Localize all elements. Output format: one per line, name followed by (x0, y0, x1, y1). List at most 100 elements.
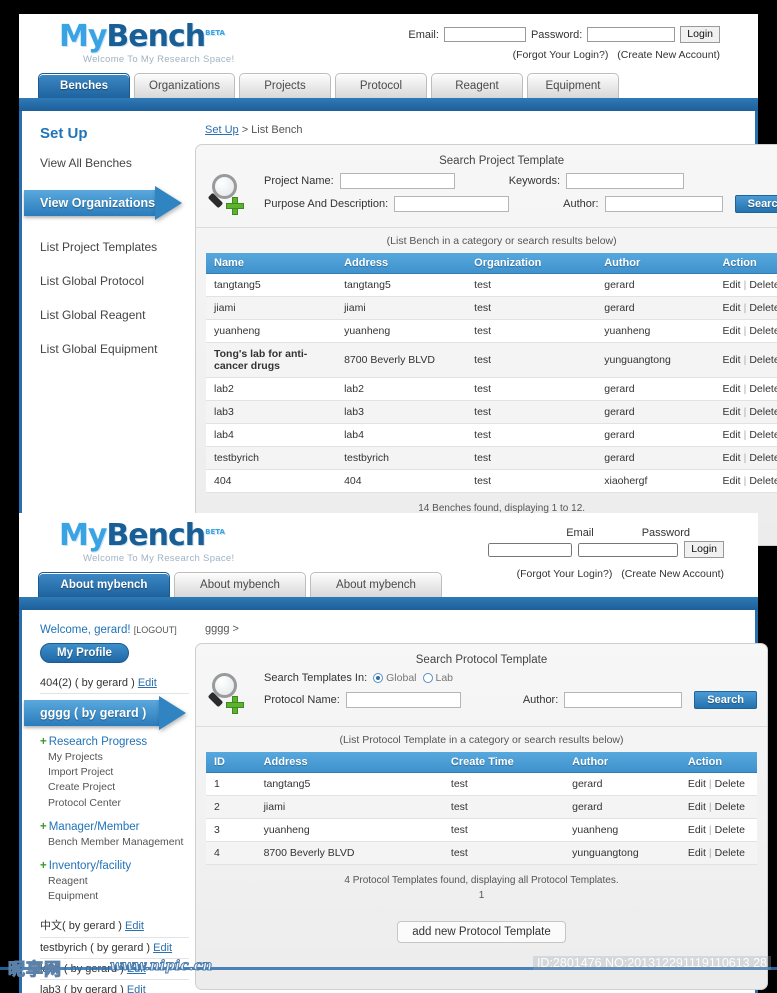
password-input[interactable] (578, 542, 679, 557)
col-action[interactable]: Action (679, 752, 757, 773)
logo-block[interactable]: MyBenchBETA Welcome To My Research Space… (59, 22, 234, 66)
nav-head-research-progress[interactable]: + Research Progress (40, 736, 189, 748)
nav-head-manager-member[interactable]: + Manager/Member (40, 821, 189, 833)
edit-link[interactable]: Edit (722, 279, 740, 291)
keywords-input[interactable] (566, 173, 685, 189)
bench-edit-link[interactable]: Edit (125, 920, 144, 932)
forgot-login-link[interactable]: (Forgot Your Login?) (513, 49, 609, 61)
list-item[interactable]: lab4 ( by gerard ) Edit (40, 959, 189, 980)
edit-link[interactable]: Edit (688, 778, 706, 790)
edit-link[interactable]: Edit (722, 325, 740, 337)
tab-protocol[interactable]: Protocol (334, 73, 427, 98)
bench-edit-link[interactable]: Edit (127, 984, 146, 993)
sidebar-item-list-global-protocol[interactable]: List Global Protocol (40, 274, 189, 288)
delete-link[interactable]: Delete (749, 302, 777, 314)
nav-item-my-projects[interactable]: My Projects (40, 750, 189, 765)
delete-link[interactable]: Delete (715, 824, 745, 836)
bench-edit-link[interactable]: Edit (127, 963, 146, 975)
current-bench-row[interactable]: 404(2) ( by gerard ) Edit (40, 673, 189, 694)
edit-link[interactable]: Edit (722, 406, 740, 418)
breadcrumb-setup-link[interactable]: Set Up (205, 124, 239, 136)
tab-projects[interactable]: Projects (238, 73, 331, 98)
col-organization[interactable]: Organization (466, 253, 597, 274)
scope-option-lab[interactable]: Lab (422, 672, 453, 684)
col-create-time[interactable]: Create Time (442, 752, 565, 773)
logout-link[interactable]: [LOGOUT] (134, 625, 177, 635)
sidebar-item-list-global-equipment[interactable]: List Global Equipment (40, 342, 189, 356)
bench-edit-link[interactable]: Edit (153, 942, 172, 954)
edit-link[interactable]: Edit (722, 475, 740, 487)
delete-link[interactable]: Delete (715, 847, 745, 859)
nav-item-equipment[interactable]: Equipment (40, 889, 189, 904)
tab-about-mybench-2[interactable]: About mybench (174, 572, 306, 597)
col-action[interactable]: Action (714, 253, 777, 274)
col-id[interactable]: ID (206, 752, 256, 773)
author-input[interactable] (604, 196, 723, 212)
add-new-protocol-template-button[interactable]: add new Protocol Template (397, 921, 566, 943)
tab-reagent[interactable]: Reagent (430, 73, 523, 98)
sidebar-item-list-global-reagent[interactable]: List Global Reagent (40, 308, 189, 322)
delete-link[interactable]: Delete (715, 801, 745, 813)
protocol-name-input[interactable] (345, 692, 461, 708)
list-item[interactable]: testbyrich ( by gerard ) Edit (40, 938, 189, 959)
delete-link[interactable]: Delete (749, 383, 777, 395)
tab-about-mybench-3[interactable]: About mybench (310, 572, 442, 597)
sidebar-item-list-project-templates[interactable]: List Project Templates (40, 240, 189, 254)
edit-link[interactable]: Edit (722, 429, 740, 441)
col-author[interactable]: Author (564, 752, 680, 773)
nav-item-bench-member-management[interactable]: Bench Member Management (40, 835, 189, 850)
tab-about-mybench-1[interactable]: About mybench (38, 572, 170, 597)
delete-link[interactable]: Delete (749, 475, 777, 487)
col-address[interactable]: Address (255, 752, 443, 773)
delete-link[interactable]: Delete (749, 429, 777, 441)
edit-link[interactable]: Edit (688, 801, 706, 813)
nav-item-import-project[interactable]: Import Project (40, 765, 189, 780)
delete-link[interactable]: Delete (749, 325, 777, 337)
delete-link[interactable]: Delete (749, 279, 777, 291)
search-card-title: Search Protocol Template (415, 654, 548, 666)
nav-head-inventory-facility[interactable]: + Inventory/facility (40, 860, 189, 872)
create-account-link[interactable]: (Create New Account) (617, 49, 720, 61)
delete-link[interactable]: Delete (749, 354, 777, 366)
edit-link[interactable]: Edit (688, 847, 706, 859)
sidebar-item-gggg[interactable]: gggg ( by gerard ) (24, 696, 186, 730)
edit-link[interactable]: Edit (722, 452, 740, 464)
sidebar-item-view-all-benches[interactable]: View All Benches (40, 156, 189, 170)
nav-item-reagent[interactable]: Reagent (40, 874, 189, 889)
col-name[interactable]: Name (206, 253, 337, 274)
tab-benches[interactable]: Benches (38, 73, 130, 98)
col-author[interactable]: Author (596, 253, 715, 274)
search-button[interactable]: Search (694, 691, 757, 709)
login-button[interactable]: Login (684, 541, 724, 558)
tab-organizations[interactable]: Organizations (134, 73, 235, 98)
edit-link[interactable]: Edit (722, 302, 740, 314)
logo-block[interactable]: MyBenchBETA Welcome To My Research Space… (59, 521, 234, 565)
sidebar-item-view-organizations[interactable]: View Organizations (24, 186, 182, 220)
author-input[interactable] (564, 692, 683, 708)
my-profile-button[interactable]: My Profile (40, 643, 129, 663)
delete-link[interactable]: Delete (715, 778, 745, 790)
login-button[interactable]: Login (680, 26, 720, 43)
scope-option-global[interactable]: Global (373, 672, 417, 684)
edit-link[interactable]: Edit (722, 383, 740, 395)
current-bench-edit-link[interactable]: Edit (138, 677, 157, 689)
purpose-description-input[interactable] (394, 196, 510, 212)
edit-link[interactable]: Edit (722, 354, 740, 366)
list-item[interactable]: lab3 ( by gerard ) Edit (40, 980, 189, 993)
password-input[interactable] (587, 27, 676, 42)
email-input[interactable] (443, 27, 526, 42)
list-item[interactable]: 中文( by gerard ) Edit (40, 913, 189, 938)
cell-address: lab4 (336, 423, 467, 448)
search-button[interactable]: Search (734, 195, 777, 213)
col-address[interactable]: Address (336, 253, 467, 274)
nav-item-protocol-center[interactable]: Protocol Center (40, 796, 189, 811)
project-name-input[interactable] (339, 173, 455, 189)
delete-link[interactable]: Delete (749, 406, 777, 418)
email-input[interactable] (488, 542, 573, 557)
delete-link[interactable]: Delete (749, 452, 777, 464)
tab-equipment[interactable]: Equipment (526, 73, 619, 98)
arrow-tip-icon (155, 186, 182, 220)
edit-link[interactable]: Edit (688, 824, 706, 836)
nav-item-create-project[interactable]: Create Project (40, 780, 189, 795)
pagination-controls[interactable]: 1 (206, 889, 757, 904)
